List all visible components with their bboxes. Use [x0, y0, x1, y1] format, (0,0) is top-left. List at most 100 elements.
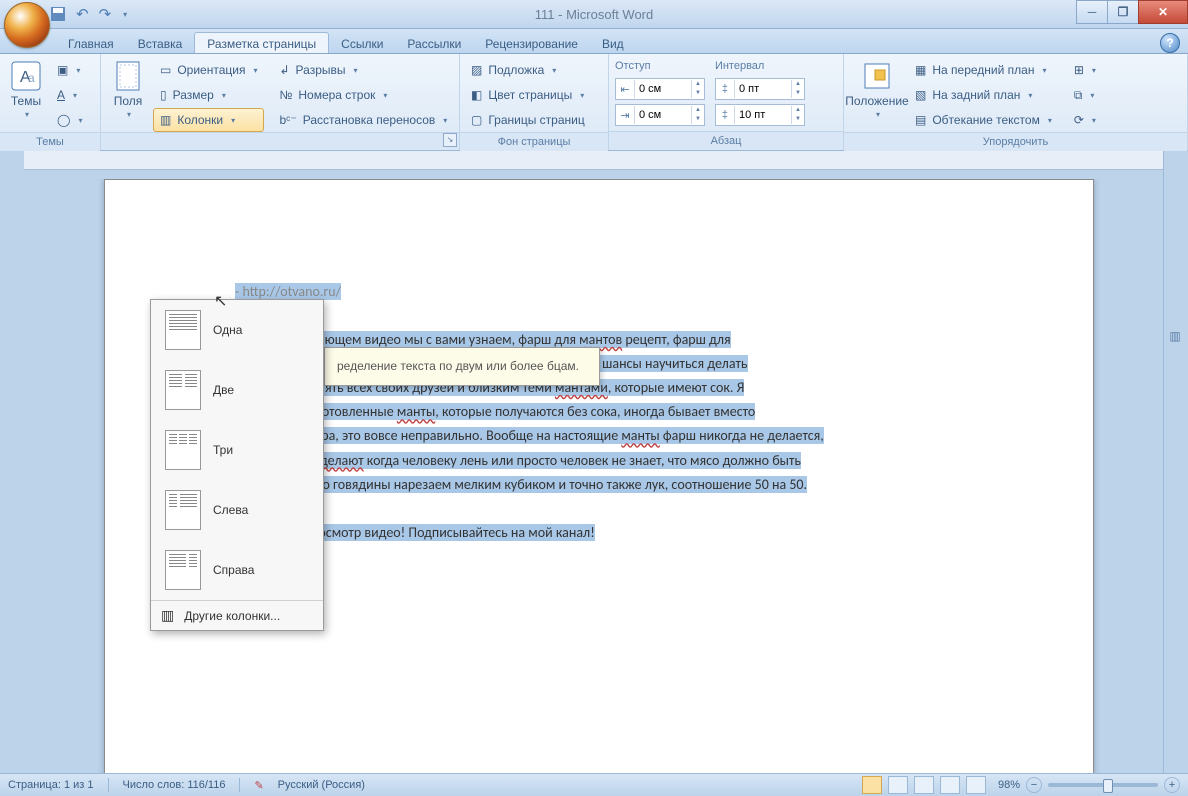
watermark-button[interactable]: ▨Подложка▾ [464, 58, 592, 82]
zoom-out-button[interactable]: − [1026, 777, 1042, 793]
linenum-icon: № [279, 88, 292, 102]
tab-home[interactable]: Главная [56, 33, 126, 53]
zoom-in-button[interactable]: + [1164, 777, 1180, 793]
indent-left-icon: ⇤ [616, 80, 635, 98]
status-language[interactable]: Русский (Россия) [278, 779, 365, 791]
columns-icon: ▥ [160, 113, 171, 127]
group-themes-label: Темы [0, 132, 100, 151]
columns-right-icon [165, 550, 201, 590]
columns-dropdown: Одна Две Три Слева Справа ▥ Другие коло [150, 299, 324, 631]
columns-three-icon [165, 430, 201, 470]
redo-icon[interactable]: ↷ [99, 5, 112, 23]
group-pagebg-label: Фон страницы [460, 132, 608, 151]
view-web-layout[interactable] [914, 776, 934, 794]
size-button[interactable]: ▯Размер▾ [153, 83, 264, 107]
spacing-after-input[interactable]: ‡▲▼ [715, 104, 805, 126]
columns-option-one[interactable]: Одна [151, 300, 323, 360]
tab-view[interactable]: Вид [590, 33, 636, 53]
maximize-button[interactable]: ❐ [1107, 0, 1139, 24]
effects-icon: ◯ [57, 113, 70, 127]
columns-option-right[interactable]: Справа [151, 540, 323, 600]
margins-button[interactable]: Поля▾ [105, 56, 151, 123]
margins-icon [112, 60, 144, 92]
qat-more-icon[interactable]: ▾ [123, 10, 127, 19]
columns-option-two[interactable]: Две [151, 360, 323, 420]
front-icon: ▦ [915, 63, 926, 77]
columns-left-icon [165, 490, 201, 530]
position-label: Положение [845, 94, 908, 108]
hyphenation-button[interactable]: bᶜ⁻Расстановка переносов▾ [272, 108, 454, 132]
pagecolor-icon: ◧ [471, 88, 482, 102]
indent-label: Отступ [615, 60, 705, 72]
spacing-before-input[interactable]: ‡▲▼ [715, 78, 805, 100]
view-full-screen[interactable] [888, 776, 908, 794]
columns-option-three[interactable]: Три [151, 420, 323, 480]
spacing-label: Интервал [715, 60, 805, 72]
bring-front-button[interactable]: ▦На передний план▾ [908, 58, 1059, 82]
save-icon[interactable] [50, 6, 66, 22]
view-print-layout[interactable] [862, 776, 882, 794]
vertical-ruler-left[interactable] [0, 151, 24, 773]
horizontal-ruler[interactable] [24, 151, 1164, 170]
align-icon: ⊞ [1074, 63, 1084, 77]
rotate-button[interactable]: ⟳▾ [1067, 108, 1103, 132]
group-button[interactable]: ⧉▾ [1067, 83, 1103, 107]
text-wrap-button[interactable]: ▤Обтекание текстом▾ [908, 108, 1059, 132]
position-button[interactable]: Положение▾ [848, 56, 906, 123]
view-outline[interactable] [940, 776, 960, 794]
themes-icon: Aa [10, 60, 42, 92]
wrap-icon: ▤ [915, 113, 926, 127]
window-title: 111 - Microsoft Word [535, 7, 653, 22]
rotate-icon: ⟳ [1074, 113, 1084, 127]
page-color-button[interactable]: ◧Цвет страницы▾ [464, 83, 592, 107]
line-numbers-button[interactable]: №Номера строк▾ [272, 83, 454, 107]
status-words[interactable]: Число слов: 116/116 [123, 779, 226, 791]
back-icon: ▧ [915, 88, 926, 102]
columns-option-left[interactable]: Слева [151, 480, 323, 540]
pagesetup-launcher[interactable]: ↘ [443, 133, 457, 147]
scrollbar-right-zone [1163, 151, 1188, 773]
help-button[interactable]: ? [1160, 33, 1180, 53]
spacing-after-icon: ‡ [716, 106, 735, 124]
status-zoom[interactable]: 98% [998, 779, 1020, 791]
tab-mailings[interactable]: Рассылки [395, 33, 473, 53]
themes-button[interactable]: Aa Темы ▾ [4, 56, 48, 123]
tab-review[interactable]: Рецензирование [473, 33, 590, 53]
size-icon: ▯ [160, 88, 167, 102]
columns-button[interactable]: ▥Колонки▾ [153, 108, 264, 132]
tab-references[interactable]: Ссылки [329, 33, 395, 53]
breaks-button[interactable]: ↲Разрывы▾ [272, 58, 454, 82]
doc-url: - http://otvano.ru/ [235, 283, 341, 300]
close-button[interactable]: ✕ [1138, 0, 1188, 24]
view-draft[interactable] [966, 776, 986, 794]
minimize-button[interactable]: ─ [1076, 0, 1108, 24]
columns-two-icon [165, 370, 201, 410]
page-borders-button[interactable]: ▢Границы страниц [464, 108, 592, 132]
document-text[interactable]: - http://otvano.ru/ т! В этом обучающем … [235, 280, 963, 545]
theme-fonts-button[interactable]: A▾ [50, 83, 89, 107]
titlebar: ↶ ↷ ▾ 111 - Microsoft Word ─ ❐ ✕ [0, 0, 1188, 29]
position-icon [861, 60, 893, 92]
group-pagesetup-label: ↘ [101, 132, 459, 150]
columns-more-option[interactable]: ▥ Другие колонки... [151, 601, 323, 630]
hyphen-icon: bᶜ⁻ [279, 113, 296, 127]
indent-right-input[interactable]: ⇥▲▼ [615, 104, 705, 126]
pageborders-icon: ▢ [471, 113, 482, 127]
ruler-toggle-icon[interactable]: ▥ [1169, 329, 1180, 343]
indent-left-input[interactable]: ⇤▲▼ [615, 78, 705, 100]
orientation-button[interactable]: ▭Ориентация▾ [153, 58, 264, 82]
align-button[interactable]: ⊞▾ [1067, 58, 1103, 82]
send-back-button[interactable]: ▧На задний план▾ [908, 83, 1059, 107]
undo-icon[interactable]: ↶ [76, 5, 89, 23]
office-button[interactable] [4, 2, 50, 48]
status-page[interactable]: Страница: 1 из 1 [8, 779, 94, 791]
proofing-icon[interactable]: ✎ [254, 779, 263, 792]
theme-effects-button[interactable]: ◯▾ [50, 108, 89, 132]
ribbon-tabs: Главная Вставка Разметка страницы Ссылки… [0, 29, 1188, 54]
group-para-label: Абзац [609, 131, 843, 150]
watermark-icon: ▨ [471, 63, 482, 77]
tab-insert[interactable]: Вставка [126, 33, 195, 53]
theme-colors-button[interactable]: ▣▾ [50, 58, 89, 82]
zoom-slider[interactable] [1048, 783, 1158, 787]
tab-page-layout[interactable]: Разметка страницы [194, 32, 329, 53]
